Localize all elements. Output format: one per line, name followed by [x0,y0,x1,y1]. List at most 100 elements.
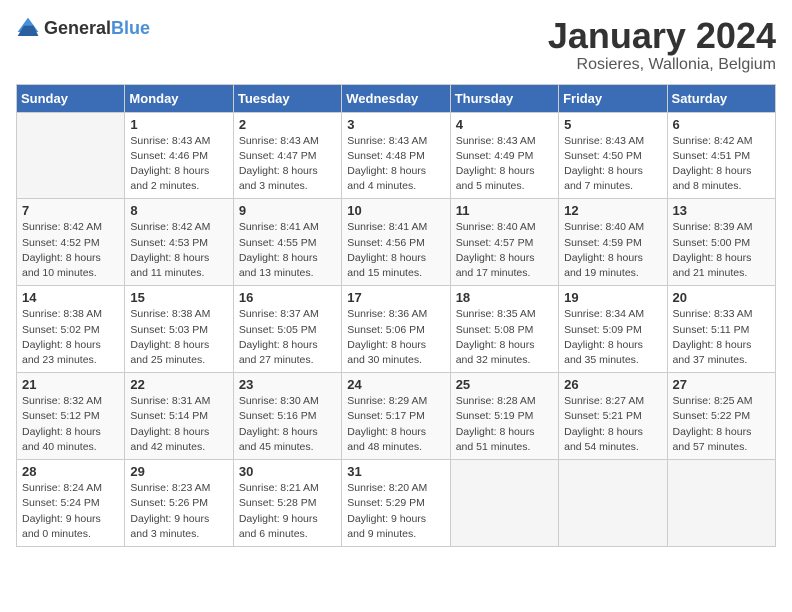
day-info: Sunrise: 8:27 AMSunset: 5:21 PMDaylight:… [564,394,661,455]
day-info: Sunrise: 8:29 AMSunset: 5:17 PMDaylight:… [347,394,444,455]
day-number: 27 [673,377,770,392]
day-cell: 7 Sunrise: 8:42 AMSunset: 4:52 PMDaylight… [17,199,125,286]
day-cell: 4 Sunrise: 8:43 AMSunset: 4:49 PMDaylight… [450,112,558,199]
day-number: 13 [673,203,770,218]
day-cell: 26 Sunrise: 8:27 AMSunset: 5:21 PMDayligh… [559,373,667,460]
day-number: 10 [347,203,444,218]
day-number: 20 [673,290,770,305]
day-number: 1 [130,117,227,132]
day-number: 18 [456,290,553,305]
day-number: 25 [456,377,553,392]
day-number: 22 [130,377,227,392]
week-row-3: 14 Sunrise: 8:38 AMSunset: 5:02 PMDayligh… [17,286,776,373]
day-number: 31 [347,464,444,479]
day-number: 24 [347,377,444,392]
page-header: GeneralBlue January 2024 Rosieres, Wallo… [16,16,776,74]
day-cell: 10 Sunrise: 8:41 AMSunset: 4:56 PMDayligh… [342,199,450,286]
day-number: 12 [564,203,661,218]
day-number: 14 [22,290,119,305]
day-info: Sunrise: 8:41 AMSunset: 4:56 PMDaylight:… [347,220,444,281]
day-cell: 15 Sunrise: 8:38 AMSunset: 5:03 PMDayligh… [125,286,233,373]
weekday-header-monday: Monday [125,84,233,112]
day-number: 7 [22,203,119,218]
calendar-table: SundayMondayTuesdayWednesdayThursdayFrid… [16,84,776,547]
day-cell: 30 Sunrise: 8:21 AMSunset: 5:28 PMDayligh… [233,460,341,547]
day-info: Sunrise: 8:20 AMSunset: 5:29 PMDaylight:… [347,481,444,542]
weekday-header-thursday: Thursday [450,84,558,112]
day-cell: 8 Sunrise: 8:42 AMSunset: 4:53 PMDaylight… [125,199,233,286]
day-info: Sunrise: 8:31 AMSunset: 5:14 PMDaylight:… [130,394,227,455]
day-cell: 3 Sunrise: 8:43 AMSunset: 4:48 PMDaylight… [342,112,450,199]
day-number: 19 [564,290,661,305]
day-cell [667,460,775,547]
day-cell [17,112,125,199]
logo-text-blue: Blue [111,18,150,38]
day-cell: 24 Sunrise: 8:29 AMSunset: 5:17 PMDayligh… [342,373,450,460]
day-info: Sunrise: 8:43 AMSunset: 4:47 PMDaylight:… [239,134,336,195]
day-cell: 27 Sunrise: 8:25 AMSunset: 5:22 PMDayligh… [667,373,775,460]
day-number: 8 [130,203,227,218]
weekday-header-tuesday: Tuesday [233,84,341,112]
weekday-header-friday: Friday [559,84,667,112]
day-cell: 29Sunrise: 8:23 AMSunset: 5:26 PMDayligh… [125,460,233,547]
day-info: Sunrise: 8:43 AMSunset: 4:50 PMDaylight:… [564,134,661,195]
day-cell: 11 Sunrise: 8:40 AMSunset: 4:57 PMDayligh… [450,199,558,286]
day-info: Sunrise: 8:35 AMSunset: 5:08 PMDaylight:… [456,307,553,368]
day-info: Sunrise: 8:38 AMSunset: 5:03 PMDaylight:… [130,307,227,368]
day-number: 11 [456,203,553,218]
day-cell: 19Sunrise: 8:34 AMSunset: 5:09 PMDayligh… [559,286,667,373]
day-info: Sunrise: 8:43 AMSunset: 4:46 PMDaylight:… [130,134,227,195]
weekday-header-row: SundayMondayTuesdayWednesdayThursdayFrid… [17,84,776,112]
day-number: 4 [456,117,553,132]
day-number: 2 [239,117,336,132]
day-info: Sunrise: 8:43 AMSunset: 4:49 PMDaylight:… [456,134,553,195]
day-cell: 31 Sunrise: 8:20 AMSunset: 5:29 PMDayligh… [342,460,450,547]
month-title: January 2024 [548,16,776,56]
day-info: Sunrise: 8:38 AMSunset: 5:02 PMDaylight:… [22,307,119,368]
day-info: Sunrise: 8:43 AMSunset: 4:48 PMDaylight:… [347,134,444,195]
day-number: 3 [347,117,444,132]
logo-text-general: General [44,18,111,38]
day-cell: 2 Sunrise: 8:43 AMSunset: 4:47 PMDaylight… [233,112,341,199]
title-block: January 2024 Rosieres, Wallonia, Belgium [548,16,776,74]
day-cell: 13 Sunrise: 8:39 AMSunset: 5:00 PMDayligh… [667,199,775,286]
day-info: Sunrise: 8:41 AMSunset: 4:55 PMDaylight:… [239,220,336,281]
day-cell: 6Sunrise: 8:42 AMSunset: 4:51 PMDaylight… [667,112,775,199]
day-info: Sunrise: 8:33 AMSunset: 5:11 PMDaylight:… [673,307,770,368]
day-number: 15 [130,290,227,305]
day-info: Sunrise: 8:42 AMSunset: 4:53 PMDaylight:… [130,220,227,281]
day-number: 30 [239,464,336,479]
day-info: Sunrise: 8:21 AMSunset: 5:28 PMDaylight:… [239,481,336,542]
day-cell: 5 Sunrise: 8:43 AMSunset: 4:50 PMDaylight… [559,112,667,199]
day-info: Sunrise: 8:36 AMSunset: 5:06 PMDaylight:… [347,307,444,368]
day-number: 16 [239,290,336,305]
day-cell: 23Sunrise: 8:30 AMSunset: 5:16 PMDayligh… [233,373,341,460]
day-cell: 16 Sunrise: 8:37 AMSunset: 5:05 PMDayligh… [233,286,341,373]
day-info: Sunrise: 8:32 AMSunset: 5:12 PMDaylight:… [22,394,119,455]
day-info: Sunrise: 8:40 AMSunset: 4:57 PMDaylight:… [456,220,553,281]
day-number: 21 [22,377,119,392]
logo-icon [16,16,40,40]
day-info: Sunrise: 8:42 AMSunset: 4:52 PMDaylight:… [22,220,119,281]
weekday-header-sunday: Sunday [17,84,125,112]
day-number: 6 [673,117,770,132]
day-info: Sunrise: 8:25 AMSunset: 5:22 PMDaylight:… [673,394,770,455]
day-info: Sunrise: 8:30 AMSunset: 5:16 PMDaylight:… [239,394,336,455]
day-cell: 20 Sunrise: 8:33 AMSunset: 5:11 PMDayligh… [667,286,775,373]
day-info: Sunrise: 8:37 AMSunset: 5:05 PMDaylight:… [239,307,336,368]
day-cell: 14 Sunrise: 8:38 AMSunset: 5:02 PMDayligh… [17,286,125,373]
day-info: Sunrise: 8:39 AMSunset: 5:00 PMDaylight:… [673,220,770,281]
day-cell: 12 Sunrise: 8:40 AMSunset: 4:59 PMDayligh… [559,199,667,286]
day-number: 5 [564,117,661,132]
day-cell: 28Sunrise: 8:24 AMSunset: 5:24 PMDayligh… [17,460,125,547]
day-cell: 21 Sunrise: 8:32 AMSunset: 5:12 PMDayligh… [17,373,125,460]
day-cell: 1 Sunrise: 8:43 AMSunset: 4:46 PMDaylight… [125,112,233,199]
week-row-4: 21 Sunrise: 8:32 AMSunset: 5:12 PMDayligh… [17,373,776,460]
week-row-5: 28Sunrise: 8:24 AMSunset: 5:24 PMDayligh… [17,460,776,547]
week-row-2: 7 Sunrise: 8:42 AMSunset: 4:52 PMDaylight… [17,199,776,286]
day-number: 26 [564,377,661,392]
weekday-header-saturday: Saturday [667,84,775,112]
day-info: Sunrise: 8:40 AMSunset: 4:59 PMDaylight:… [564,220,661,281]
day-number: 9 [239,203,336,218]
day-cell: 22 Sunrise: 8:31 AMSunset: 5:14 PMDayligh… [125,373,233,460]
